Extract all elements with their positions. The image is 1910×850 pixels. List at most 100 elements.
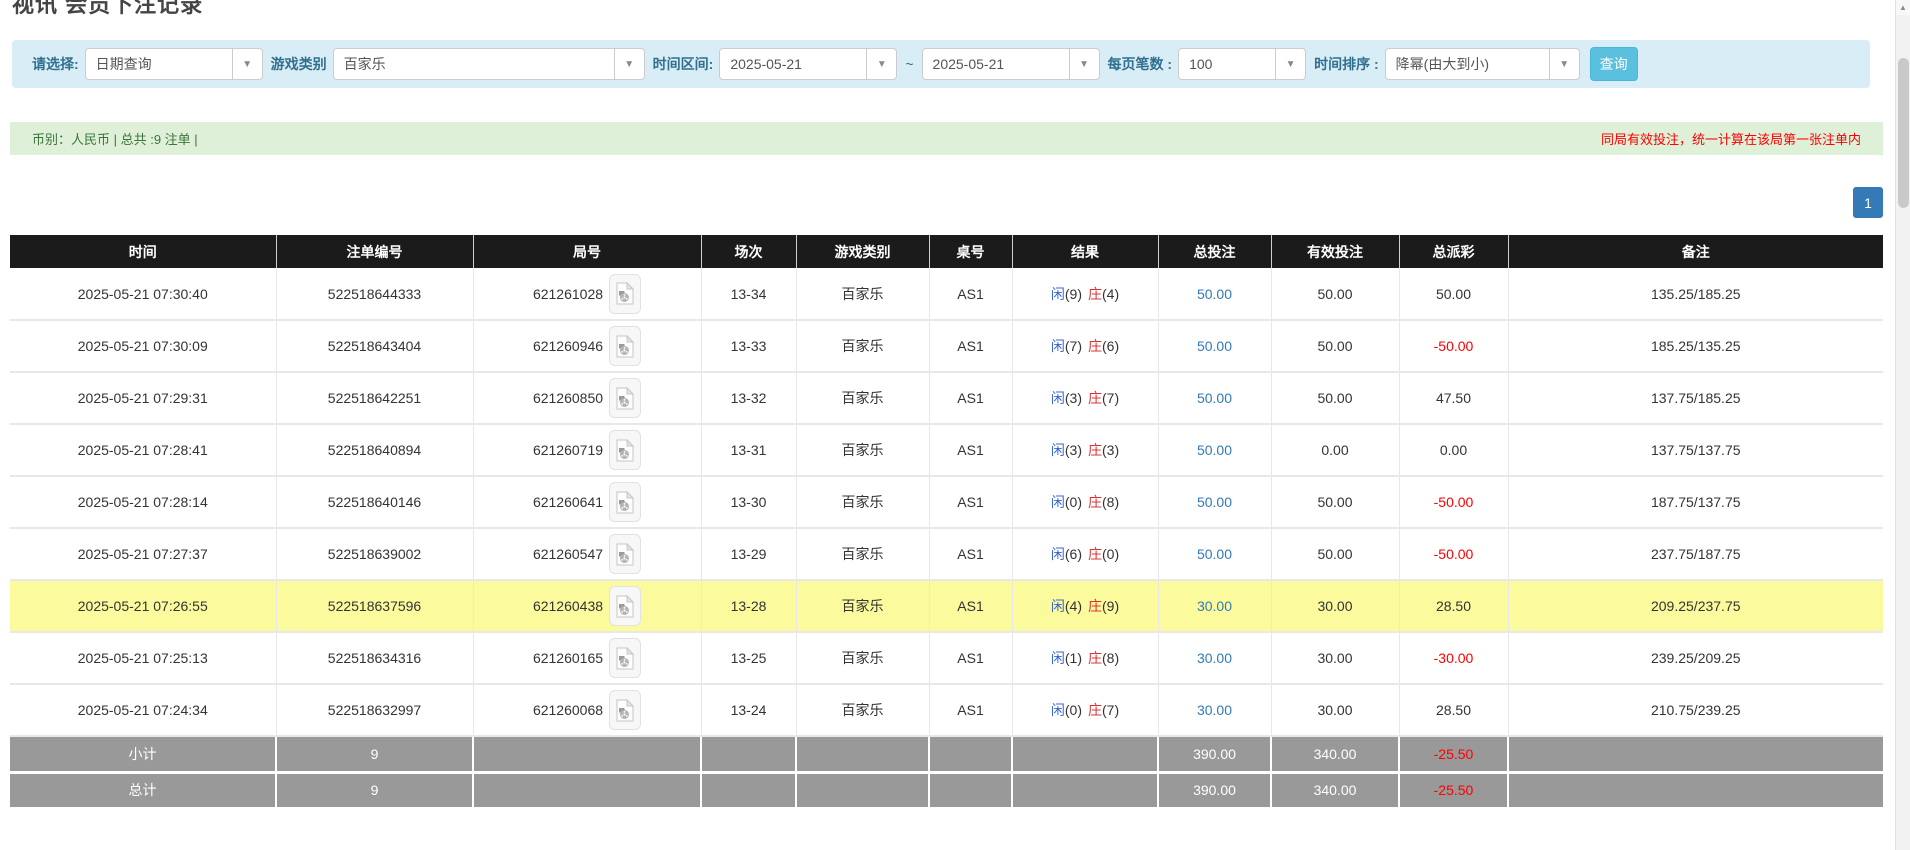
date-from-select[interactable]: 2025-05-21 ▼ <box>719 48 897 80</box>
subtotal-row: 小计 9 390.00 340.00 -25.50 <box>10 736 1883 772</box>
total-bet-link[interactable]: 50.00 <box>1197 494 1232 510</box>
cell-total-bet: 30.00 <box>1158 580 1271 632</box>
cell-valid-bet: 0.00 <box>1271 424 1399 476</box>
cell-payout: 28.50 <box>1399 580 1508 632</box>
result-player-score: (0) <box>1065 702 1082 718</box>
cell-payout: -50.00 <box>1399 528 1508 580</box>
vertical-scrollbar[interactable]: ▲ <box>1895 0 1910 850</box>
scroll-thumb[interactable] <box>1898 58 1909 208</box>
total-bet-link[interactable]: 50.00 <box>1197 546 1232 562</box>
page-button-1[interactable]: 1 <box>1853 187 1883 218</box>
result-banker-label: 庄 <box>1088 286 1102 302</box>
col-header-total-bet: 总投注 <box>1158 235 1271 268</box>
cell-time: 2025-05-21 07:27:37 <box>10 528 276 580</box>
sort-select[interactable]: 降幂(由大到小) ▼ <box>1385 48 1580 80</box>
video-record-icon[interactable] <box>609 534 641 574</box>
col-header-session: 场次 <box>701 235 796 268</box>
date-to-select[interactable]: 2025-05-21 ▼ <box>922 48 1100 80</box>
col-header-round-id: 局号 <box>473 235 701 268</box>
cell-round-id: 621260165 <box>473 632 701 684</box>
video-record-icon[interactable] <box>609 586 641 626</box>
cell-session: 13-32 <box>701 372 796 424</box>
cell-note: 237.75/187.75 <box>1508 528 1883 580</box>
cell-result: 闲(0)庄(8) <box>1012 476 1158 528</box>
total-bet-link[interactable]: 30.00 <box>1197 650 1232 666</box>
chevron-down-icon: ▼ <box>232 49 262 79</box>
col-header-game-category: 游戏类别 <box>796 235 929 268</box>
total-bet-link[interactable]: 30.00 <box>1197 702 1232 718</box>
cell-note: 239.25/209.25 <box>1508 632 1883 684</box>
cell-payout: -30.00 <box>1399 632 1508 684</box>
video-record-icon[interactable] <box>609 378 641 418</box>
video-record-icon[interactable] <box>609 430 641 470</box>
round-id-value: 621260438 <box>533 598 603 614</box>
cell-round-id: 621260850 <box>473 372 701 424</box>
total-bet-link[interactable]: 50.00 <box>1197 338 1232 354</box>
result-player-label: 闲 <box>1051 546 1065 562</box>
round-id-value: 621260641 <box>533 494 603 510</box>
cell-result: 闲(3)庄(3) <box>1012 424 1158 476</box>
cell-table-no: AS1 <box>929 372 1012 424</box>
cell-game-category: 百家乐 <box>796 372 929 424</box>
page-size-select[interactable]: 100 ▼ <box>1178 48 1306 80</box>
cell-note: 210.75/239.25 <box>1508 684 1883 736</box>
round-id-value: 621260719 <box>533 442 603 458</box>
cell-session: 13-30 <box>701 476 796 528</box>
query-type-label: 请选择: <box>32 54 79 74</box>
result-banker-label: 庄 <box>1088 390 1102 406</box>
result-player-label: 闲 <box>1051 598 1065 614</box>
result-player-score: (7) <box>1065 338 1082 354</box>
cell-note: 209.25/237.75 <box>1508 580 1883 632</box>
cell-payout: 50.00 <box>1399 268 1508 320</box>
result-player-label: 闲 <box>1051 494 1065 510</box>
query-type-select[interactable]: 日期查询 ▼ <box>85 48 263 80</box>
cell-payout: 28.50 <box>1399 684 1508 736</box>
video-record-icon[interactable] <box>609 482 641 522</box>
video-record-icon[interactable] <box>609 274 641 314</box>
cell-valid-bet: 30.00 <box>1271 580 1399 632</box>
cell-table-no: AS1 <box>929 424 1012 476</box>
video-record-icon[interactable] <box>609 326 641 366</box>
currency-summary-text: 币别：人民币 | 总共 :9 注单 | <box>32 129 198 148</box>
video-record-icon[interactable] <box>609 690 641 730</box>
subtotal-count: 9 <box>276 736 473 772</box>
result-banker-score: (7) <box>1102 390 1119 406</box>
same-round-notice: 同局有效投注，统一计算在该局第一张注单内 <box>1601 129 1861 148</box>
cell-result: 闲(7)庄(6) <box>1012 320 1158 372</box>
total-bet-link[interactable]: 50.00 <box>1197 390 1232 406</box>
game-category-label: 游戏类别 <box>271 54 327 74</box>
result-player-score: (0) <box>1065 494 1082 510</box>
cell-table-no: AS1 <box>929 580 1012 632</box>
records-table: 时间 注单编号 局号 场次 游戏类别 桌号 结果 总投注 有效投注 总派彩 备注… <box>10 235 1883 810</box>
round-id-value: 621260165 <box>533 650 603 666</box>
page-size-label: 每页笔数 : <box>1108 54 1173 74</box>
cell-time: 2025-05-21 07:30:40 <box>10 268 276 320</box>
table-row: 2025-05-21 07:24:34 522518632997 6212600… <box>10 684 1883 736</box>
cell-round-id: 621260068 <box>473 684 701 736</box>
col-header-result: 结果 <box>1012 235 1158 268</box>
total-bet-link[interactable]: 50.00 <box>1197 286 1232 302</box>
scroll-up-arrow-icon[interactable]: ▲ <box>1896 0 1910 15</box>
total-bet-link[interactable]: 50.00 <box>1197 442 1232 458</box>
cell-bet-id: 522518644333 <box>276 268 473 320</box>
col-header-time: 时间 <box>10 235 276 268</box>
total-bet-link[interactable]: 30.00 <box>1197 598 1232 614</box>
cell-bet-id: 522518640894 <box>276 424 473 476</box>
col-header-valid-bet: 有效投注 <box>1271 235 1399 268</box>
cell-payout: -50.00 <box>1399 476 1508 528</box>
result-player-score: (9) <box>1065 286 1082 302</box>
result-player-score: (3) <box>1065 442 1082 458</box>
date-range-separator: ~ <box>905 56 913 72</box>
search-button[interactable]: 查询 <box>1590 47 1638 81</box>
filter-bar: 请选择: 日期查询 ▼ 游戏类别 百家乐 ▼ 时间区间: 2025-05-21 … <box>12 40 1870 88</box>
cell-total-bet: 50.00 <box>1158 268 1271 320</box>
result-player-score: (1) <box>1065 650 1082 666</box>
cell-game-category: 百家乐 <box>796 476 929 528</box>
query-type-value: 日期查询 <box>86 54 232 74</box>
cell-session: 13-34 <box>701 268 796 320</box>
game-category-select[interactable]: 百家乐 ▼ <box>333 48 645 80</box>
cell-table-no: AS1 <box>929 684 1012 736</box>
video-record-icon[interactable] <box>609 638 641 678</box>
total-payout: -25.50 <box>1399 772 1508 808</box>
cell-valid-bet: 50.00 <box>1271 320 1399 372</box>
